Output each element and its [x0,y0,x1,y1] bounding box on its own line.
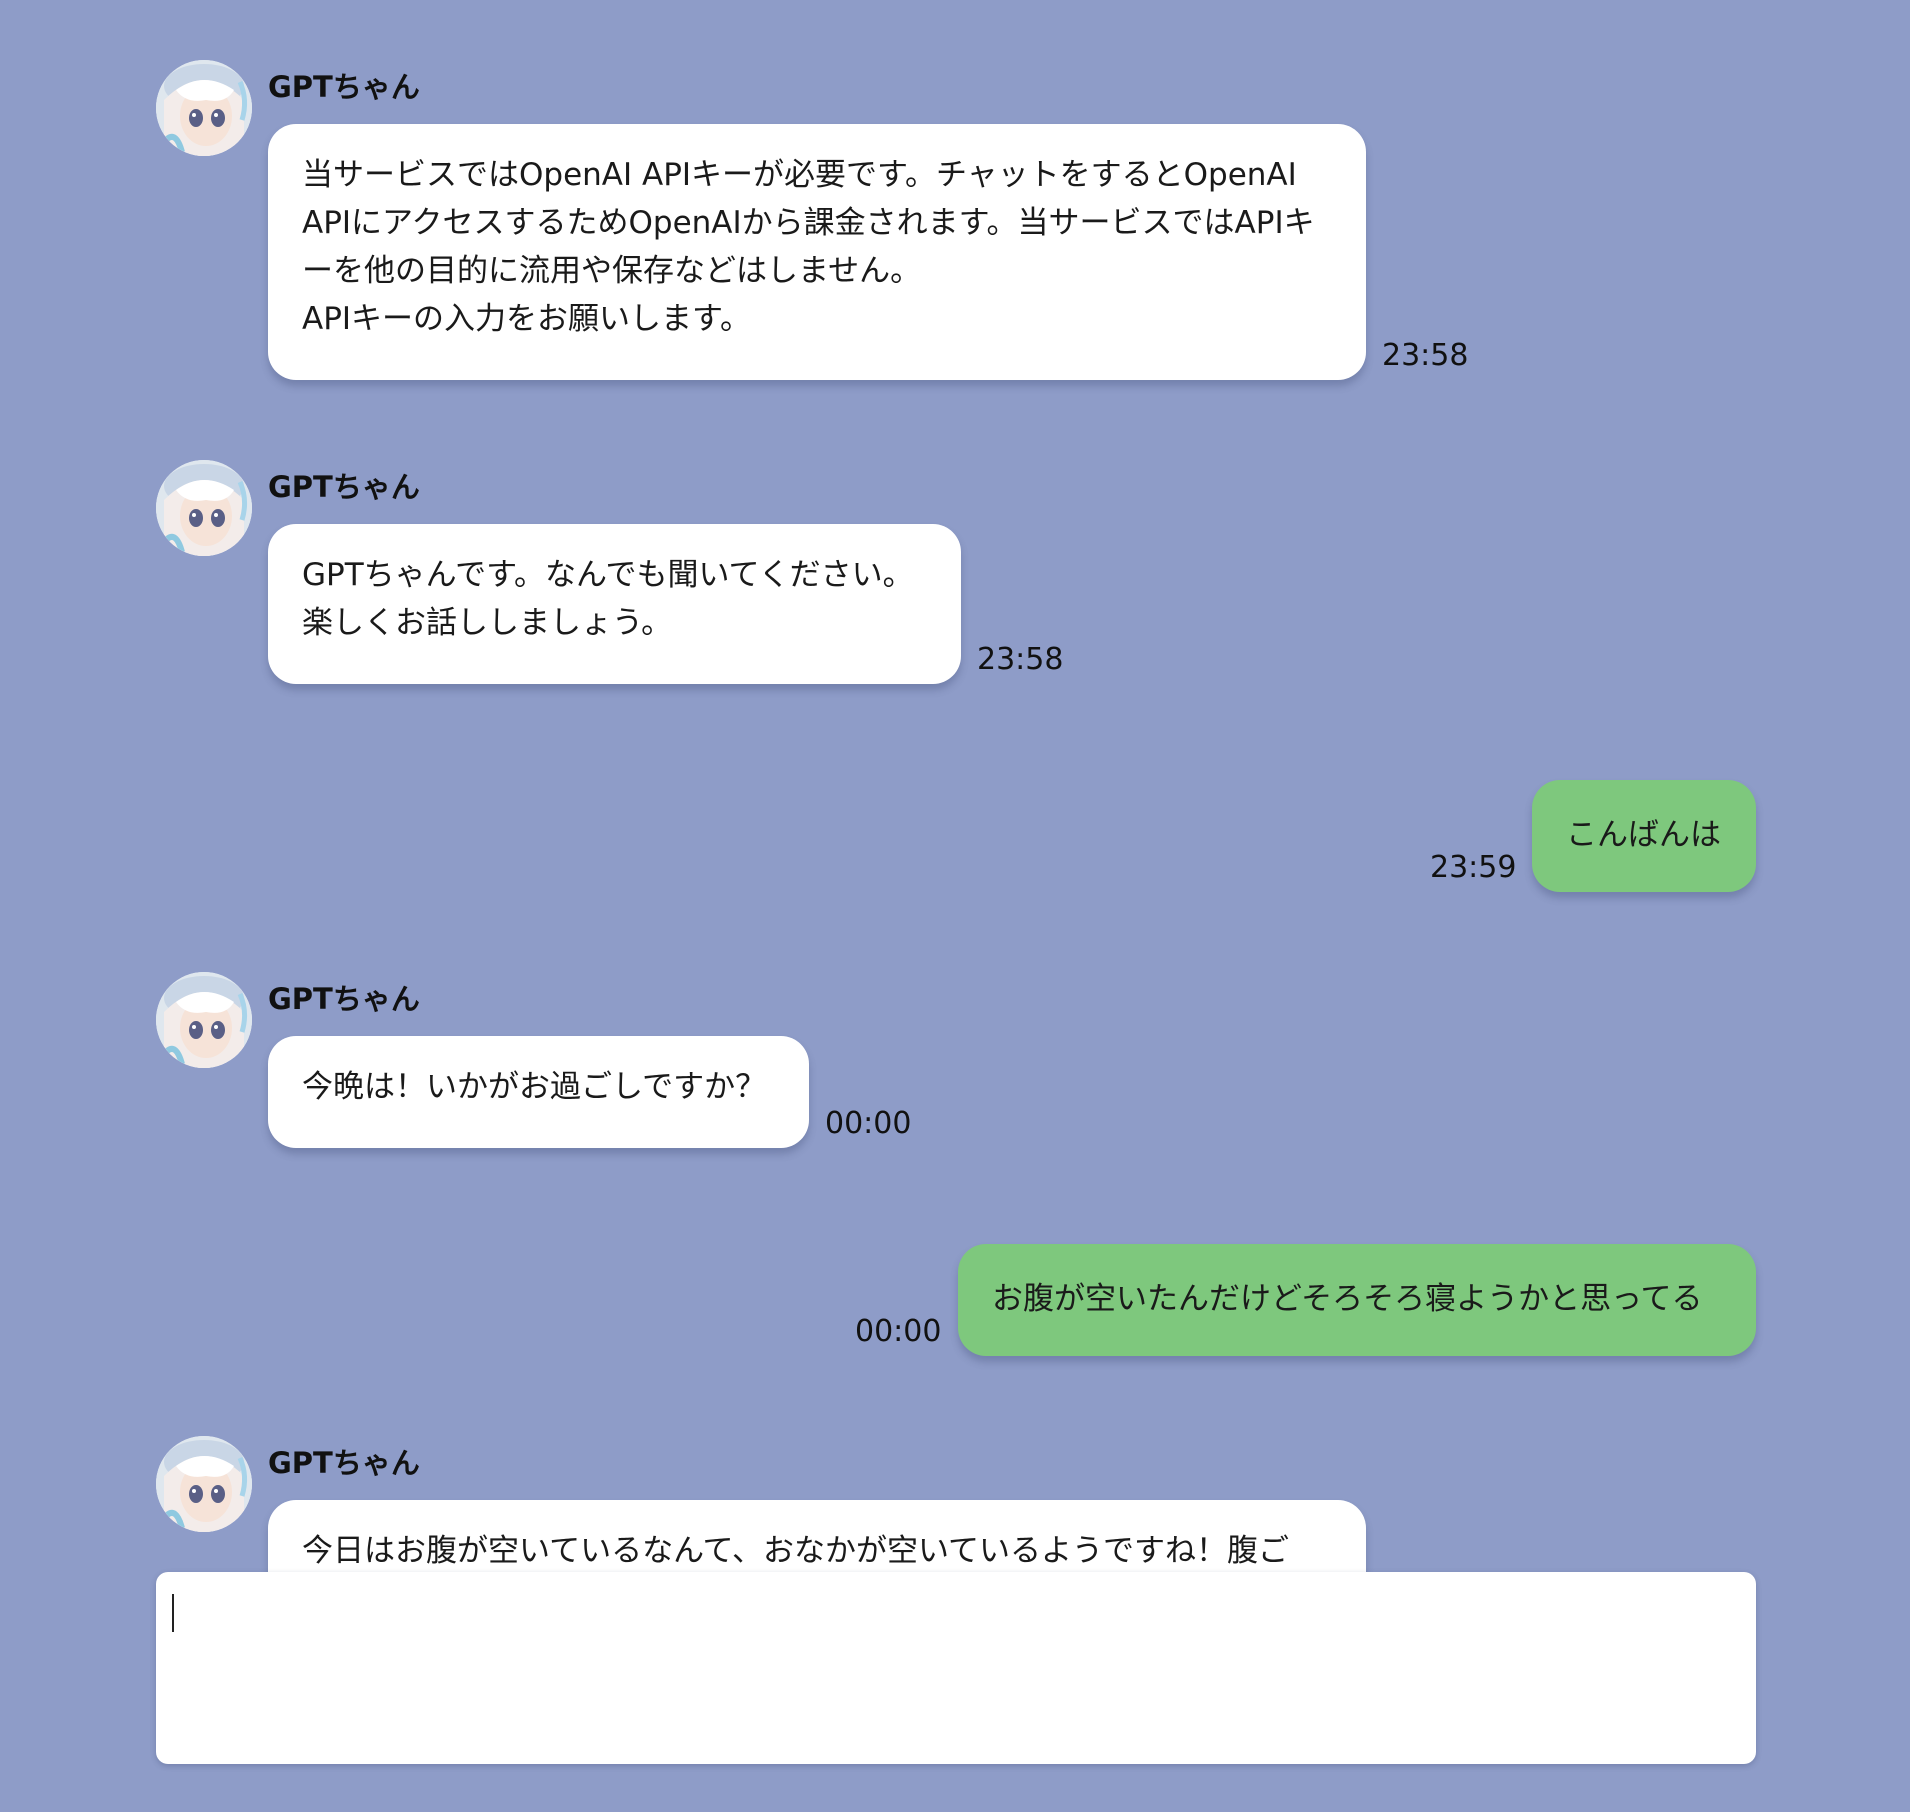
text-caret [172,1594,174,1632]
message-timestamp: 23:58 [1382,338,1469,373]
bot-message-bubble: 今晩は！いかがお過ごしですか？ [268,1036,809,1148]
sender-name: GPTちゃん [268,1446,420,1480]
message-timestamp: 00:00 [855,1314,942,1349]
message-timestamp: 00:00 [825,1106,912,1141]
avatar-icon [156,460,252,556]
sender-name: GPTちゃん [268,982,420,1016]
sender-name: GPTちゃん [268,70,420,104]
bot-message-bubble: 今日はお腹が空いているなんて、おなかが空いているようですね！腹ご [268,1500,1366,1572]
sender-name: GPTちゃん [268,470,420,504]
message-timestamp: 23:59 [1430,850,1517,885]
user-message-bubble: お腹が空いたんだけどそろそろ寝ようかと思ってる [958,1244,1756,1356]
avatar-icon [156,1436,252,1532]
user-message-bubble: こんばんは [1532,780,1756,892]
avatar-icon [156,60,252,156]
chat-message-list[interactable]: GPTちゃん 当サービスではOpenAI APIキーが必要です。チャットをすると… [0,0,1910,1572]
bot-message-bubble: 当サービスではOpenAI APIキーが必要です。チャットをするとOpenAI … [268,124,1366,380]
message-input[interactable] [156,1572,1756,1764]
bot-message-bubble: GPTちゃんです。なんでも聞いてください。 楽しくお話ししましょう。 [268,524,961,684]
avatar-icon [156,972,252,1068]
message-timestamp: 23:58 [977,642,1064,677]
message-composer[interactable] [156,1572,1756,1764]
